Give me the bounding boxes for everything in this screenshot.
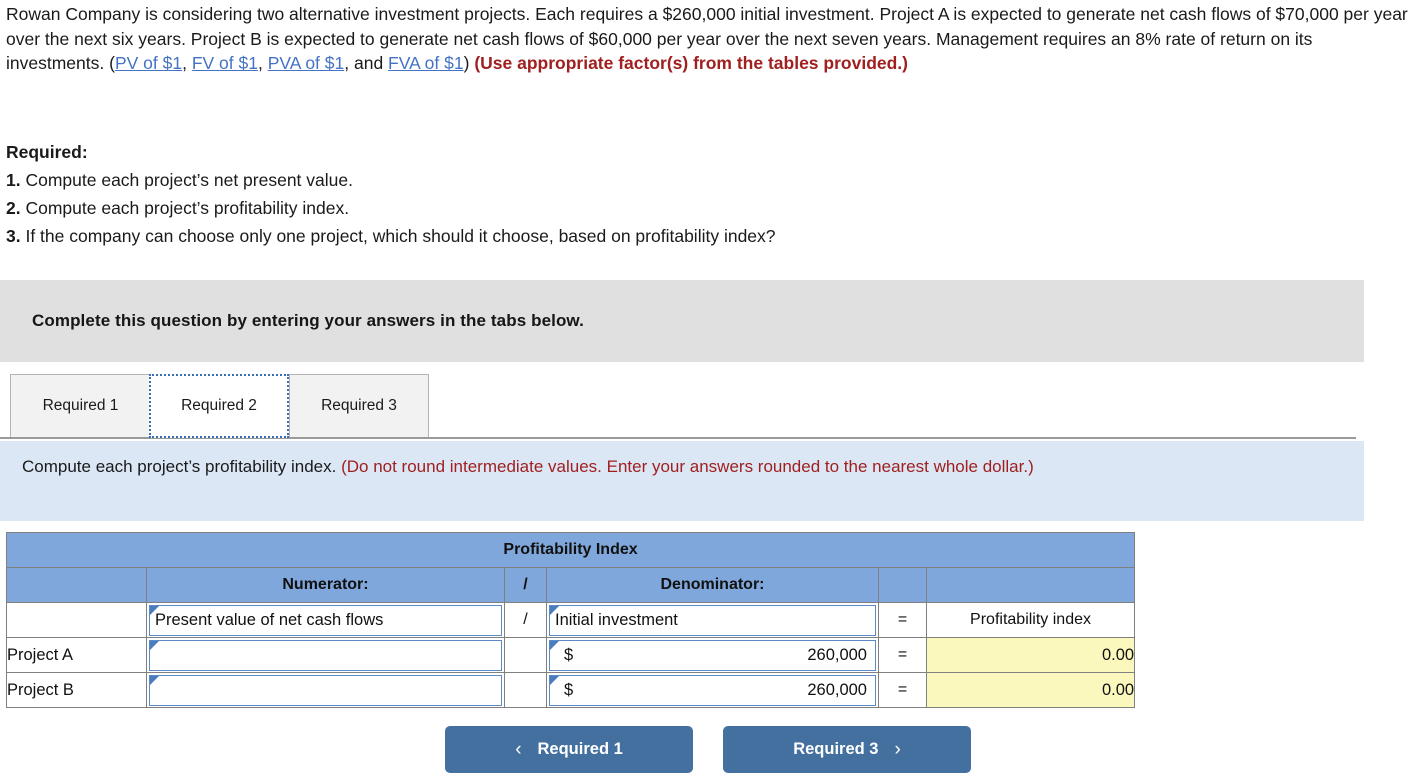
previous-required-1-button[interactable]: ‹ Required 1 <box>445 726 693 773</box>
project-b-currency-symbol: $ <box>564 680 574 699</box>
project-b-profitability-index[interactable]: 0.00 <box>925 672 1136 708</box>
profitability-index-table: Profitability Index Numerator: / Denomin… <box>5 532 1136 708</box>
navigation-buttons: ‹ Required 1 Required 3 › <box>0 726 1416 773</box>
chevron-right-icon: › <box>894 738 901 760</box>
project-a-denominator-cell: $260,000 <box>546 637 879 673</box>
required-item-2-text: Compute each project’s profitability ind… <box>20 198 350 218</box>
tab-required-3[interactable]: Required 3 <box>289 374 429 438</box>
tab-required-2[interactable]: Required 2 <box>149 374 289 438</box>
project-b-equals: = <box>878 672 927 708</box>
label-row-blank <box>6 602 147 638</box>
denominator-label-text: Initial investment <box>555 610 678 629</box>
intro-text-close: ) <box>463 53 475 73</box>
link-pv-of-1[interactable]: PV of $1 <box>115 53 182 73</box>
question-intro: Rowan Company is considering two alterna… <box>6 2 1410 76</box>
intro-note: (Use appropriate factor(s) from the tabl… <box>474 53 908 73</box>
project-a-numerator-cell <box>146 637 505 673</box>
tab-required-3-label: Required 3 <box>321 397 397 414</box>
header-divide: / <box>504 567 547 603</box>
question-page: Rowan Company is considering two alterna… <box>0 0 1416 784</box>
header-blank-right <box>925 567 1136 603</box>
header-numerator: Numerator: <box>146 567 505 603</box>
project-b-numerator-cell <box>146 672 505 708</box>
table-label-row: Present value of net cash flows / Initia… <box>6 602 1136 638</box>
instruction-main: Compute each project’s profitability ind… <box>22 457 342 476</box>
intro-sep-3: , and <box>344 53 389 73</box>
project-b-denominator-cell: $260,000 <box>546 672 879 708</box>
result-label: Profitability index <box>925 602 1136 638</box>
project-a-denominator-value: 260,000 <box>807 645 867 664</box>
required-item-3-text: If the company can choose only one proje… <box>20 226 776 246</box>
required-item-2: 2. Compute each project’s profitability … <box>6 194 1106 222</box>
intro-sep-2: , <box>257 53 268 73</box>
tab-required-1[interactable]: Required 1 <box>10 374 150 438</box>
required-item-1: 1. Compute each project’s net present va… <box>6 166 1106 194</box>
banner-text: Complete this question by entering your … <box>32 311 584 330</box>
row-label-project-b: Project B <box>6 672 147 708</box>
required-item-2-number: 2. <box>6 198 21 218</box>
required-item-1-text: Compute each project’s net present value… <box>20 170 353 190</box>
requirement-tabs: Required 1 Required 2 Required 3 <box>10 374 429 438</box>
equals-symbol-label: = <box>878 602 927 638</box>
previous-button-label: Required 1 <box>537 740 623 758</box>
project-b-divide <box>504 672 547 708</box>
link-fva-of-1[interactable]: FVA of $1 <box>388 53 464 73</box>
header-blank-left <box>6 567 147 603</box>
numerator-label-input[interactable]: Present value of net cash flows <box>149 604 502 636</box>
row-label-project-a: Project A <box>6 637 147 673</box>
divide-symbol-label: / <box>504 602 547 638</box>
instruction-panel: Compute each project’s profitability ind… <box>0 441 1364 521</box>
table-row: Project B $260,000 = 0.00 <box>6 672 1136 708</box>
project-a-currency-symbol: $ <box>564 645 574 664</box>
required-item-3: 3. If the company can choose only one pr… <box>6 222 1106 250</box>
numerator-label-text: Present value of net cash flows <box>155 610 384 629</box>
denominator-label-cell: Initial investment <box>546 602 879 638</box>
intro-sep-1: , <box>182 53 192 73</box>
tab-required-1-label: Required 1 <box>42 397 119 414</box>
header-blank-equals <box>878 567 927 603</box>
tab-required-2-label: Required 2 <box>181 397 257 414</box>
project-b-numerator-input[interactable] <box>149 674 502 706</box>
next-button-label: Required 3 <box>793 740 879 758</box>
numerator-label-cell: Present value of net cash flows <box>146 602 505 638</box>
next-required-3-button[interactable]: Required 3 › <box>723 726 971 773</box>
denominator-label-input[interactable]: Initial investment <box>549 604 876 636</box>
chevron-left-icon: ‹ <box>515 738 522 760</box>
required-heading: Required: <box>6 142 88 162</box>
header-denominator: Denominator: <box>546 567 879 603</box>
table-row: Project A $260,000 = 0.00 <box>6 637 1136 673</box>
complete-question-banner: Complete this question by entering your … <box>0 280 1364 362</box>
required-item-1-number: 1. <box>6 170 21 190</box>
instruction-hint: (Do not round intermediate values. Enter… <box>341 457 1034 476</box>
table-title: Profitability Index <box>5 532 1136 568</box>
table-title-row: Profitability Index <box>5 532 1136 568</box>
table-header-row: Numerator: / Denominator: <box>6 567 1136 603</box>
project-a-denominator-input[interactable]: $260,000 <box>549 639 876 671</box>
required-item-3-number: 3. <box>6 226 21 246</box>
project-a-divide <box>504 637 547 673</box>
required-list: Required: 1. Compute each project’s net … <box>6 138 1106 250</box>
project-b-denominator-value: 260,000 <box>807 680 867 699</box>
project-a-profitability-index[interactable]: 0.00 <box>925 637 1136 673</box>
project-a-equals: = <box>878 637 927 673</box>
project-a-numerator-input[interactable] <box>149 639 502 671</box>
link-pva-of-1[interactable]: PVA of $1 <box>268 53 345 73</box>
link-fv-of-1[interactable]: FV of $1 <box>192 53 258 73</box>
project-b-denominator-input[interactable]: $260,000 <box>549 674 876 706</box>
